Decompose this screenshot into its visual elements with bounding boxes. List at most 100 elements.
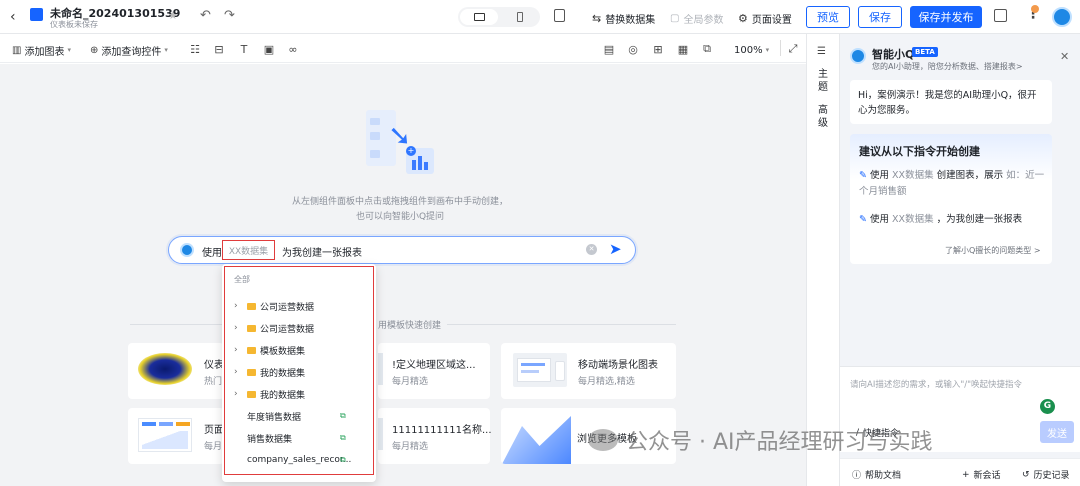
help-docs-link[interactable]: ⓘ 帮助文档	[852, 468, 901, 481]
image-icon[interactable]: ▣	[262, 42, 276, 56]
notification-dot-icon	[1031, 5, 1039, 13]
folder-icon	[247, 390, 256, 398]
browse-thumbnail	[501, 416, 571, 464]
beta-badge: BETA	[912, 47, 938, 57]
lock-icon[interactable]	[554, 9, 565, 22]
dataset-table-row[interactable]: 销售数据集	[247, 431, 292, 445]
template-thumbnail	[513, 353, 567, 387]
dataset-folder-row[interactable]: › 公司运营数据	[234, 299, 314, 313]
wechat-icon	[588, 429, 618, 451]
dataset-folder-row[interactable]: › 模板数据集	[234, 343, 305, 357]
folder-icon	[247, 324, 256, 332]
mobile-view-button[interactable]	[510, 9, 530, 25]
dataset-folder-row[interactable]: › 公司运营数据	[234, 321, 314, 335]
learn-more-link[interactable]: 了解小Q擅长的问题类型 >	[945, 245, 1041, 256]
empty-state-illustration: ➘ +	[366, 110, 434, 176]
template-card-2[interactable]: !定义地理区域这... 每月精选	[378, 343, 490, 399]
template-title: 仪表	[204, 360, 224, 371]
template-tag: 每月	[204, 442, 223, 452]
fullscreen-icon[interactable]: ⤢	[786, 42, 800, 56]
undo-icon[interactable]: ↶	[200, 8, 211, 23]
clear-icon[interactable]: ✕	[586, 244, 597, 255]
clipboard-icon[interactable]: ▦	[676, 42, 690, 56]
tab-icon[interactable]: ⊟	[212, 42, 226, 56]
dataset-table-row[interactable]: 年度销售数据	[247, 409, 301, 423]
dataset-folder-row[interactable]: › 我的数据集	[234, 387, 305, 401]
send-button[interactable]: 发送	[1040, 421, 1074, 443]
template-card-3[interactable]: 移动端场景化图表 每月精选,精选	[501, 343, 676, 399]
assistant-logo-icon	[180, 243, 194, 257]
external-link-icon[interactable]	[994, 9, 1007, 22]
collapse-icon[interactable]: ☰	[817, 46, 826, 57]
save-button[interactable]: 保存	[858, 6, 902, 28]
watermark: 公众号 · AI产品经理研习与实践	[588, 424, 933, 456]
layout-icon[interactable]: ☷	[188, 42, 202, 56]
text-icon[interactable]: T	[237, 42, 251, 56]
preview-button[interactable]: 预览	[806, 6, 850, 28]
bar-chart-icon: ▥	[12, 44, 22, 56]
template-thumbnail	[138, 418, 192, 452]
add-chart-button[interactable]: ▥ 添加图表 ▾	[12, 43, 71, 58]
prompt-suffix: 为我创建一张报表	[282, 248, 362, 259]
save-publish-button[interactable]: 保存并发布	[910, 6, 982, 28]
property-sidebar	[806, 34, 840, 486]
template-card-5[interactable]: 11111111111名称... 每月精选	[378, 408, 492, 464]
global-params-button[interactable]: ▢ 全局参数	[670, 11, 723, 26]
sidebar-tab-theme[interactable]: 主题	[816, 68, 830, 94]
folder-icon	[247, 346, 256, 354]
template-tag: 每月精选,精选	[578, 377, 635, 387]
grammarly-icon[interactable]: G	[1040, 399, 1055, 414]
zoom-select[interactable]: 100% ▾	[734, 43, 769, 57]
dataset-icon: ⇆	[592, 12, 602, 25]
pen-icon: ✎	[859, 214, 867, 225]
link-icon[interactable]: ∞	[286, 42, 300, 56]
template-title: 移动端场景化图表	[578, 360, 658, 371]
history-button[interactable]: ↺ 历史记录	[1022, 468, 1070, 482]
template-card-4[interactable]: 页面 每月	[128, 408, 224, 464]
desktop-view-button[interactable]	[460, 9, 498, 25]
chat-input[interactable]: 请向AI描述您的需求，或输入"/"唤起快捷指令	[850, 378, 1022, 390]
folder-icon	[247, 368, 256, 376]
add-query-control-button[interactable]: ⊕ 添加查询控件 ▾	[90, 43, 168, 58]
template-tag: 热门	[204, 377, 223, 387]
table-icon: ⧉	[340, 455, 346, 464]
chevron-right-icon: ›	[234, 323, 238, 333]
suggestion-title: 建议从以下指令开始创建	[859, 145, 980, 158]
report-icon[interactable]: ▤	[602, 42, 616, 56]
redo-icon[interactable]: ↷	[224, 8, 235, 23]
params-icon: ▢	[670, 13, 680, 24]
template-tag: 每月精选	[392, 377, 429, 387]
star-icon[interactable]: ★	[168, 9, 178, 22]
back-chevron-icon[interactable]: ‹	[10, 9, 16, 25]
dataset-table-row[interactable]: company_sales_recor...	[247, 453, 351, 467]
send-icon[interactable]: ➤	[609, 240, 622, 258]
new-chat-button[interactable]: + 新会话	[962, 468, 1001, 482]
chevron-right-icon: ›	[234, 389, 238, 399]
assistant-subtitle[interactable]: 您的AI小助理，陪您分析数据、搭建报表>	[872, 61, 1023, 72]
sidebar-tab-advanced[interactable]: 高级	[816, 104, 830, 130]
mobile-icon	[517, 12, 523, 22]
theme-icon[interactable]: ◎	[626, 42, 640, 56]
desktop-icon	[473, 13, 485, 21]
replace-dataset-button[interactable]: ⇆ 替换数据集	[592, 11, 655, 26]
chevron-down-icon: ▾	[765, 46, 770, 54]
suggestion-item-2[interactable]: ✎ 使用 XX数据集 ，为我创建一张报表	[859, 212, 1045, 228]
data-icon[interactable]: ⊞	[651, 42, 665, 56]
dashboard-logo-icon	[30, 8, 43, 21]
dataset-folder-row[interactable]: › 我的数据集	[234, 365, 305, 379]
chevron-down-icon: ▾	[164, 46, 168, 54]
assistant-avatar-icon[interactable]	[1052, 7, 1072, 27]
template-thumbnail	[138, 353, 192, 385]
table-icon: ⧉	[340, 411, 346, 420]
template-title: 11111111111名称...	[392, 425, 492, 436]
dataset-placeholder-highlight[interactable]: XX数据集	[222, 240, 275, 260]
copy-icon[interactable]: ⧉	[700, 42, 714, 56]
template-card-1[interactable]: 仪表 热门	[128, 343, 224, 399]
close-icon[interactable]: ✕	[1060, 50, 1069, 63]
chevron-down-icon: ▾	[67, 46, 71, 54]
dashboard-status: 仪表板未保存	[50, 20, 98, 29]
page-settings-button[interactable]: ⚙ 页面设置	[738, 11, 792, 26]
gear-icon: ⚙	[738, 12, 748, 25]
empty-hint-line1: 从左侧组件面板中点击或拖拽组件到画布中手动创建，	[291, 197, 508, 207]
suggestion-item-1[interactable]: ✎ 使用 XX数据集 创建图表，展示 如：近一个月销售额	[859, 168, 1045, 200]
